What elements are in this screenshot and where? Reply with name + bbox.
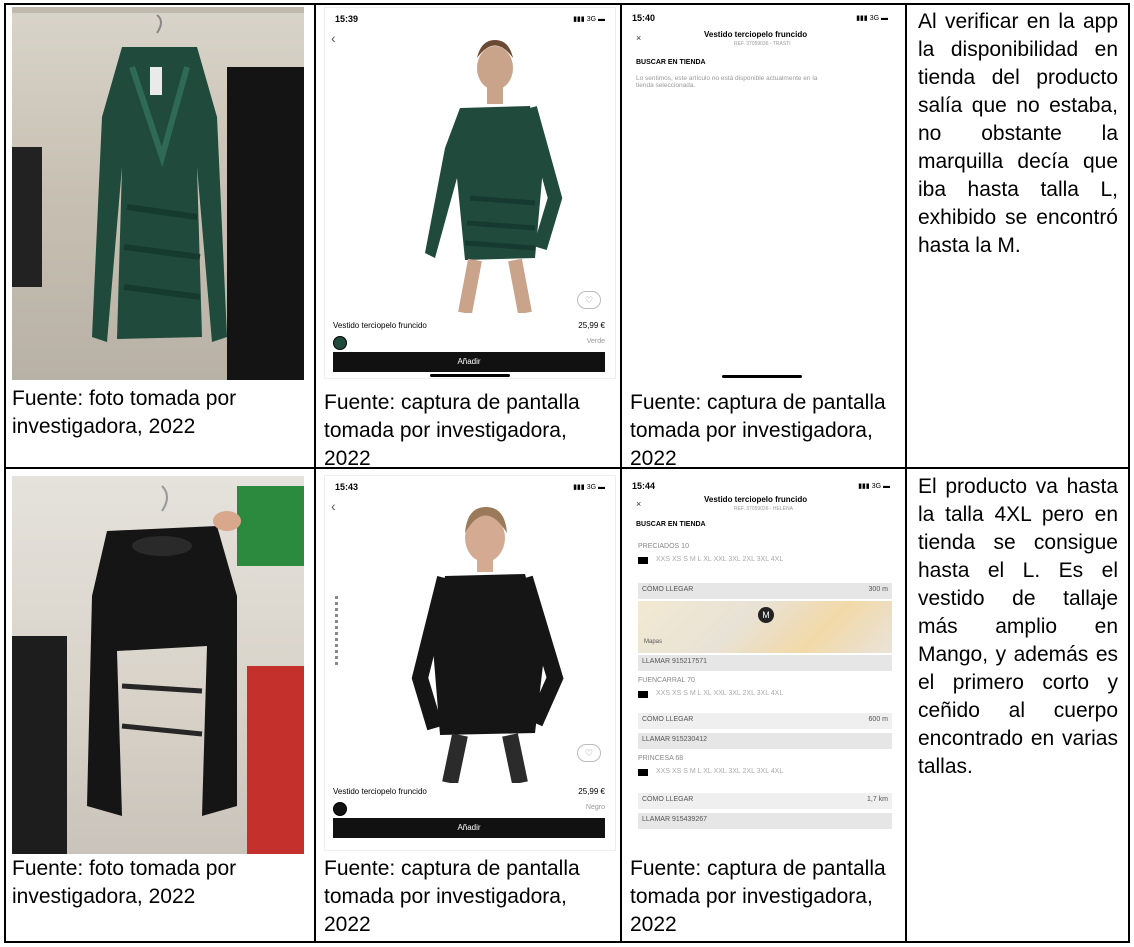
call-label: LLAMAR 915439267	[642, 816, 707, 823]
directions-band[interactable]: CÓMO LLEGAR 600 m	[638, 713, 892, 729]
store-search-screenshot: 15:40 ▮▮▮ 3G ▬ × Vestido terciopelo frun…	[630, 7, 898, 379]
row-description: El producto va hasta la talla 4XL pero e…	[918, 475, 1118, 778]
status-time: 15:39	[335, 14, 359, 24]
home-indicator	[722, 375, 802, 378]
app-product-screenshot: 15:43 ▮▮▮ 3G ▬ ‹ ♡ Vestido terciopelo fr…	[324, 475, 616, 851]
section-title: BUSCAR EN TIENDA	[636, 521, 706, 528]
table-border-bottom	[4, 941, 1130, 943]
close-icon[interactable]: ×	[636, 499, 641, 509]
map-label: Mapas	[644, 639, 663, 645]
status-icons: ▮▮▮ 3G ▬	[573, 484, 605, 491]
product-ref: REF. 37059036 - TRASTI	[734, 41, 791, 47]
directions-label: CÓMO LLEGAR	[642, 716, 694, 723]
row-description: Al verificar en la app la disponibilidad…	[918, 10, 1118, 257]
back-icon[interactable]: ‹	[331, 498, 336, 514]
store-name: PRINCESA 68	[638, 755, 684, 762]
color-swatch[interactable]	[333, 336, 347, 350]
directions-label: CÓMO LLEGAR	[642, 586, 694, 593]
green-dress-image	[92, 14, 227, 342]
color-swatch	[638, 691, 648, 698]
store-sizes: XXS XS S M L XL XXL 3XL 2XL 3XL 4XL	[656, 768, 784, 775]
table-border-top	[4, 3, 1130, 5]
color-name: Verde	[586, 338, 605, 345]
table-border-left	[4, 3, 6, 943]
table-border-right	[1128, 3, 1130, 943]
directions-label: CÓMO LLEGAR	[642, 796, 694, 803]
home-indicator	[430, 374, 510, 377]
store-distance: 1,7 km	[866, 796, 888, 803]
image-pager[interactable]	[335, 596, 338, 666]
color-swatch	[638, 769, 648, 776]
color-name: Negro	[585, 804, 605, 811]
status-time: 15:44	[632, 481, 656, 491]
product-price: 25,99 €	[578, 321, 605, 330]
store-photo-black-dress	[12, 476, 304, 854]
call-band[interactable]: LLAMAR 915217571	[638, 655, 892, 671]
store-caption: Fuente: captura de pantalla tomada por i…	[630, 857, 886, 936]
store-distance: 300 m	[868, 586, 888, 593]
product-price: 25,99 €	[578, 787, 605, 796]
store-distance: 600 m	[868, 716, 888, 723]
add-to-cart-button[interactable]: Añadir	[333, 818, 605, 838]
black-dress-image	[87, 485, 241, 816]
back-icon[interactable]: ‹	[331, 30, 336, 46]
store-map[interactable]: M Mapas	[638, 601, 892, 653]
screen-title: Vestido terciopelo fruncido	[704, 495, 808, 504]
photo-caption: Fuente: foto tomada por investigadora, 2…	[12, 857, 237, 908]
store-name: PRECIADOS 10	[638, 543, 689, 550]
add-to-cart-button[interactable]: Añadir	[333, 352, 605, 372]
store-name: FUENCARRAL 70	[638, 677, 695, 684]
favorite-heart-icon[interactable]: ♡	[577, 744, 601, 762]
favorite-heart-icon[interactable]: ♡	[577, 291, 601, 309]
photo-caption: Fuente: foto tomada por investigadora, 2…	[12, 387, 237, 438]
product-name: Vestido terciopelo fruncido	[333, 321, 427, 330]
status-icons: ▮▮▮ 3G ▬	[858, 483, 890, 490]
call-label: LLAMAR 915230412	[642, 736, 707, 743]
color-swatch	[638, 557, 648, 564]
call-band[interactable]: LLAMAR 915439267	[638, 813, 892, 829]
map-pin-icon: M	[758, 607, 774, 623]
product-ref: REF. 37059036 - HELENA	[734, 506, 793, 512]
table-divider	[314, 3, 316, 943]
product-name: Vestido terciopelo fruncido	[333, 787, 427, 796]
close-icon[interactable]: ×	[636, 33, 641, 43]
status-icons: ▮▮▮ 3G ▬	[856, 15, 888, 22]
status-time: 15:43	[335, 482, 359, 492]
status-time: 15:40	[632, 13, 656, 23]
app-caption: Fuente: captura de pantalla tomada por i…	[324, 391, 580, 470]
store-caption: Fuente: captura de pantalla tomada por i…	[630, 391, 886, 470]
store-photo-green-dress	[12, 7, 304, 380]
section-title: BUSCAR EN TIENDA	[636, 59, 706, 66]
color-swatch[interactable]	[333, 802, 347, 816]
store-sizes: XXS XS S M L XL XXL 3XL 2XL 3XL 4XL	[656, 690, 784, 697]
store-list-screenshot: 15:44 ▮▮▮ 3G ▬ × Vestido terciopelo frun…	[630, 475, 900, 837]
store-sizes: XXS XS S M L XL XXL 3XL 2XL 3XL 4XL	[656, 556, 784, 563]
not-available-message: Lo sentimos, este artículo no está dispo…	[636, 75, 818, 89]
model-black-dress	[411, 507, 564, 783]
directions-band[interactable]: CÓMO LLEGAR 1,7 km	[638, 793, 892, 809]
app-product-screenshot: 15:39 ▮▮▮ 3G ▬ ‹ ♡ Vestido terciopelo fr…	[324, 7, 616, 379]
call-band[interactable]: LLAMAR 915230412	[638, 733, 892, 749]
table-divider	[905, 3, 907, 943]
app-caption: Fuente: captura de pantalla tomada por i…	[324, 857, 580, 936]
table-divider	[620, 3, 622, 943]
directions-band[interactable]: CÓMO LLEGAR 300 m	[638, 583, 892, 599]
comparison-table: Fuente: foto tomada por investigadora, 2…	[4, 3, 1130, 943]
status-icons: ▮▮▮ 3G ▬	[573, 16, 605, 23]
call-label: LLAMAR 915217571	[642, 658, 707, 665]
screen-title: Vestido terciopelo fruncido	[704, 30, 808, 39]
model-green-dress	[425, 40, 563, 313]
